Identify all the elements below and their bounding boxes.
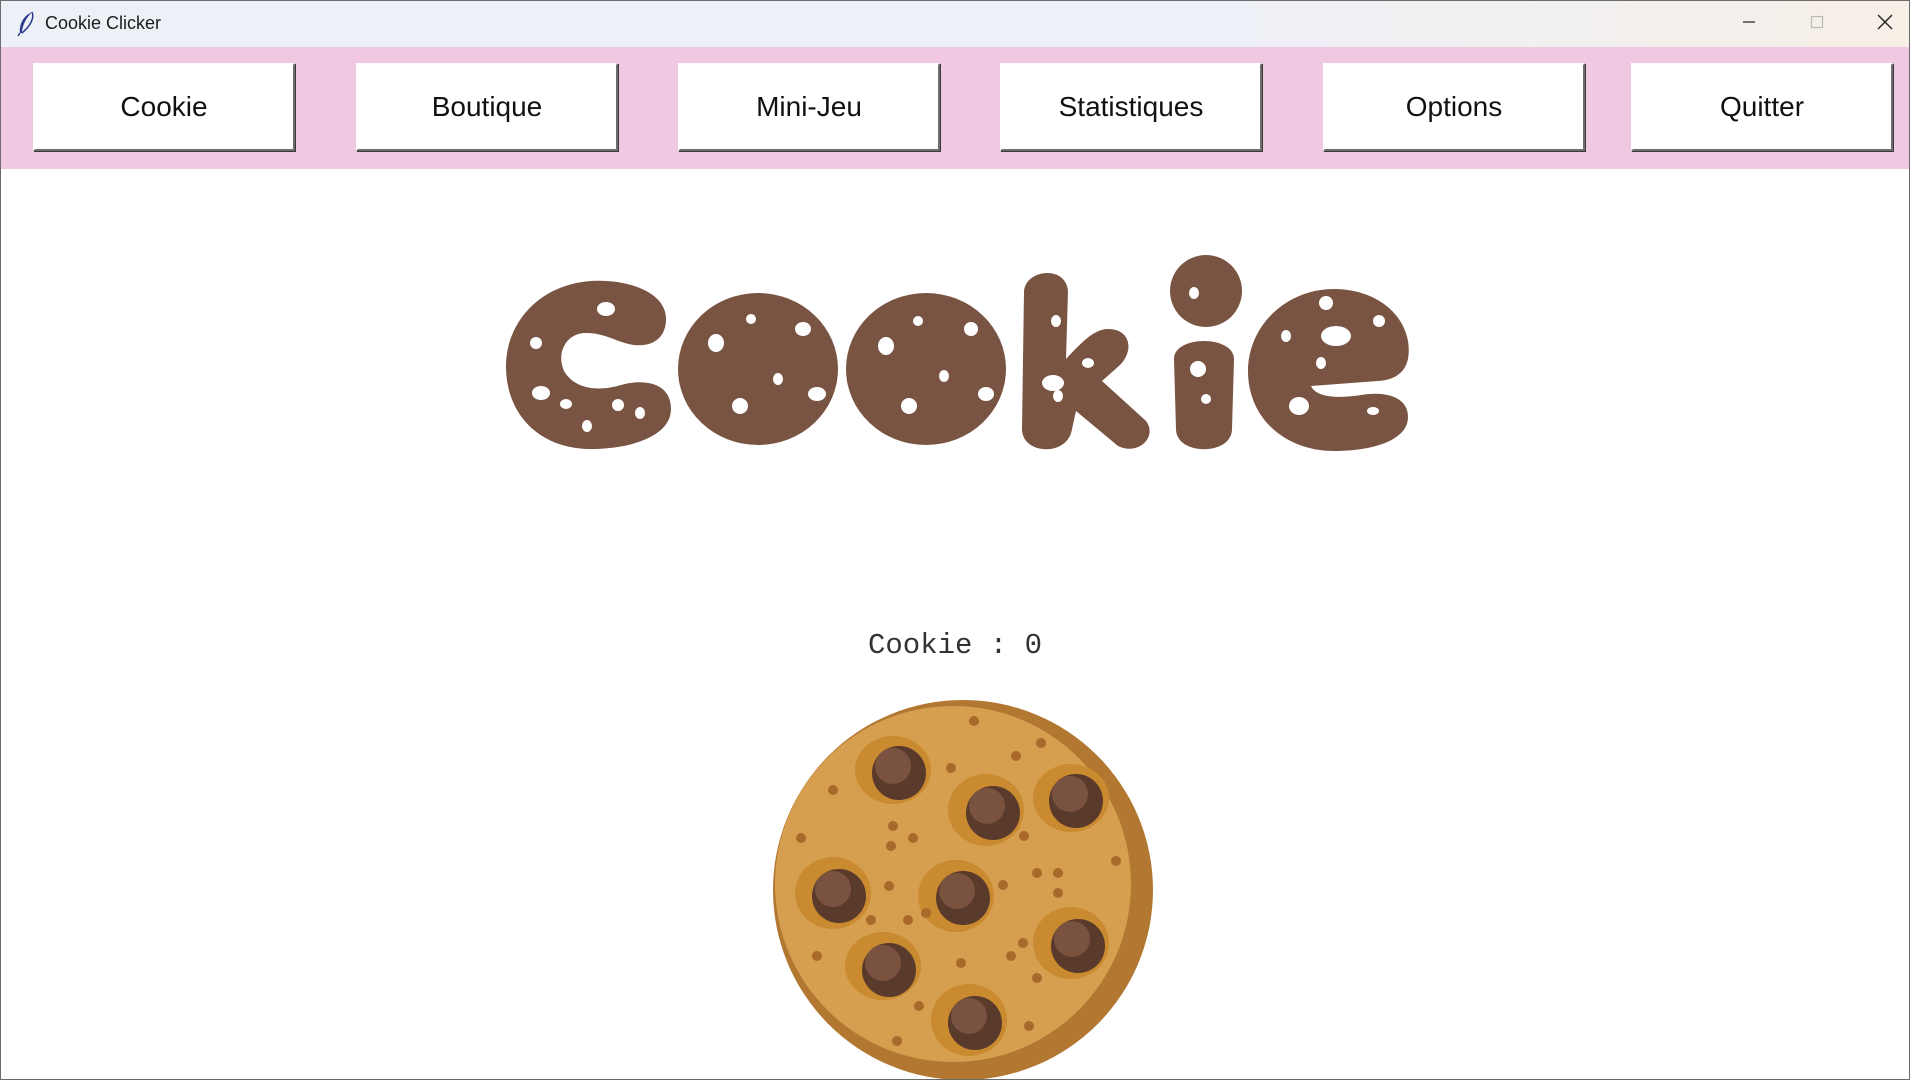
cookie-logo [506,251,1411,461]
nav-cookie-button[interactable]: Cookie [33,63,295,151]
nav-mini-jeu-button[interactable]: Mini-Jeu [678,63,940,151]
nav-bar: Cookie Boutique Mini-Jeu Statistiques Op… [1,47,1909,169]
nav-quitter-button[interactable]: Quitter [1631,63,1893,151]
app-window: Cookie Clicker Cookie Boutique Mini-Jeu … [0,0,1910,1080]
feather-icon [15,11,37,37]
nav-boutique-button[interactable]: Boutique [356,63,618,151]
close-icon [1876,13,1894,36]
window-title: Cookie Clicker [45,13,162,33]
cookie-counter: Cookie : 0 [867,629,1043,662]
title-bar[interactable]: Cookie Clicker [1,1,1909,47]
chocolate-chip-cookie-icon[interactable] [771,698,1156,1079]
nav-options-button[interactable]: Options [1323,63,1585,151]
minimize-button[interactable] [1715,1,1783,47]
maximize-icon [1809,14,1825,35]
minimize-icon [1741,14,1757,35]
close-button[interactable] [1851,1,1909,47]
maximize-button[interactable] [1783,1,1851,47]
nav-statistiques-button[interactable]: Statistiques [1000,63,1262,151]
